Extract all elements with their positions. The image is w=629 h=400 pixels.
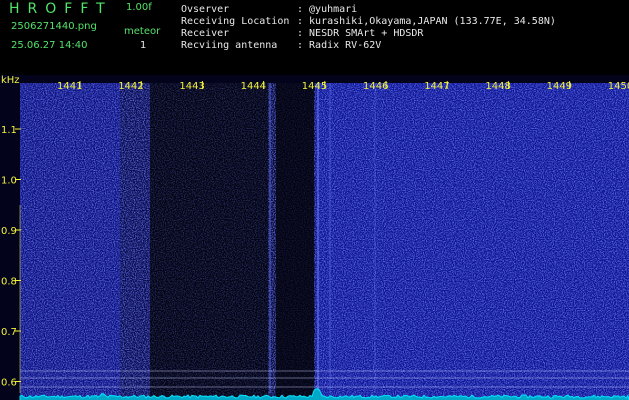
image-filename: 2506271440.png (11, 21, 97, 32)
info-label-location: Receiving Location (181, 16, 290, 27)
info-value-antenna: : Radix RV-62V (297, 40, 382, 51)
x-tick-label: 1443 (179, 81, 204, 92)
info-label-observer: Ovserver (181, 4, 230, 15)
y-tick-label: 1.1 (1, 125, 17, 136)
x-tick-label: 1442 (118, 81, 143, 92)
y-tick-label: 0.6 (1, 378, 17, 389)
y-tick-label: 0.9 (1, 226, 17, 237)
info-label-antenna: Recviing antenna (181, 40, 278, 51)
x-tick-label: 1441 (57, 81, 82, 92)
mode-value: 1 (140, 40, 147, 51)
capture-datetime: 25.06.27 14:40 (11, 40, 88, 51)
info-label-receiver: Receiver (181, 28, 230, 39)
x-tick-label: 1450 (608, 81, 629, 92)
info-value-location: : kurashiki,Okayama,JAPAN (133.77E, 34.5… (297, 16, 556, 27)
x-tick-label: 1444 (241, 81, 266, 92)
spectrogram-panel: 1441 1442 1443 1444 1445 1446 1447 1448 1449 1450… (0, 75, 629, 400)
x-tick-label: 1447 (424, 81, 449, 92)
x-tick-label: 1446 (363, 81, 388, 92)
x-tick-label: 1445 (302, 81, 327, 92)
y-tick-label: 0.7 (1, 327, 17, 338)
quiet-band (276, 83, 314, 400)
y-tick-label: 0.8 (1, 277, 17, 288)
y-axis-unit-label: kHz (1, 75, 20, 86)
info-value-receiver: : NESDR SMArt + HDSDR (297, 28, 424, 39)
x-tick-label: 1449 (547, 81, 572, 92)
x-tick-label: 1448 (485, 81, 510, 92)
quiet-band (150, 83, 268, 400)
app-title: HROFFT (9, 1, 113, 17)
mode-label: meteor (124, 26, 161, 37)
y-tick-label: 1.0 (1, 176, 17, 187)
app-version: 1.00f (126, 2, 152, 13)
spectrogram-svg: 1441 1442 1443 1444 1445 1446 1447 1448 1449 1450… (0, 75, 629, 400)
info-value-observer: : @yuhmari (297, 4, 358, 15)
header-panel: HROFFT 1.00f 2506271440.png 25.06.27 14:… (0, 0, 629, 75)
